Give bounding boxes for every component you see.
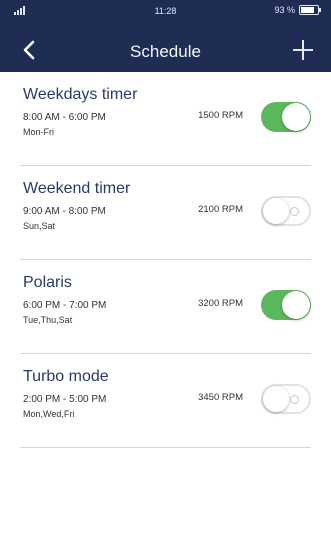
status-right: 93 % — [274, 5, 321, 15]
schedule-time-range: 6:00 PM - 7:00 PM — [23, 300, 107, 311]
schedule-row[interactable]: Turbo mode 2:00 PM - 5:00 PM Mon,Wed,Fri… — [20, 354, 311, 448]
schedule-days: Sun,Sat — [23, 221, 56, 231]
schedule-row[interactable]: Weekdays timer 8:00 AM - 6:00 PM Mon-Fri… — [20, 72, 311, 166]
schedule-days: Mon-Fri — [23, 127, 54, 137]
schedule-rpm: 1500 RPM — [198, 110, 243, 121]
schedule-list: Weekdays timer 8:00 AM - 6:00 PM Mon-Fri… — [0, 72, 331, 448]
plus-icon — [293, 40, 313, 60]
toggle-knob — [263, 386, 289, 412]
schedule-row[interactable]: Weekend timer 9:00 AM - 8:00 PM Sun,Sat … — [20, 166, 311, 260]
schedule-name: Turbo mode — [23, 368, 109, 385]
schedule-rpm: 3450 RPM — [198, 392, 243, 403]
schedule-time-range: 8:00 AM - 6:00 PM — [23, 112, 106, 123]
toggle-knob — [282, 103, 310, 131]
toggle-knob — [282, 291, 310, 319]
schedule-name: Weekdays timer — [23, 86, 138, 103]
schedule-toggle[interactable] — [261, 290, 311, 320]
battery-label: 93 % — [274, 5, 295, 15]
schedule-toggle[interactable] — [261, 102, 311, 132]
status-bar: 11:28 93 % — [0, 0, 331, 22]
schedule-row[interactable]: Polaris 6:00 PM - 7:00 PM Tue,Thu,Sat 32… — [20, 260, 311, 354]
nav-bar: Schedule — [0, 28, 331, 72]
battery-icon — [299, 5, 321, 15]
schedule-days: Tue,Thu,Sat — [23, 315, 73, 325]
schedule-rpm: 3200 RPM — [198, 298, 243, 309]
schedule-rpm: 2100 RPM — [198, 204, 243, 215]
schedule-days: Mon,Wed,Fri — [23, 409, 75, 419]
schedule-name: Weekend timer — [23, 180, 131, 197]
schedule-toggle[interactable] — [261, 384, 311, 414]
schedule-toggle[interactable] — [261, 196, 311, 226]
page-title: Schedule — [130, 42, 201, 61]
schedule-name: Polaris — [23, 274, 72, 291]
add-schedule-button[interactable] — [289, 36, 317, 64]
top-bar: 11:28 93 % Schedule — [0, 0, 331, 72]
toggle-knob — [263, 198, 289, 224]
schedule-time-range: 9:00 AM - 8:00 PM — [23, 206, 106, 217]
schedule-time-range: 2:00 PM - 5:00 PM — [23, 394, 107, 405]
